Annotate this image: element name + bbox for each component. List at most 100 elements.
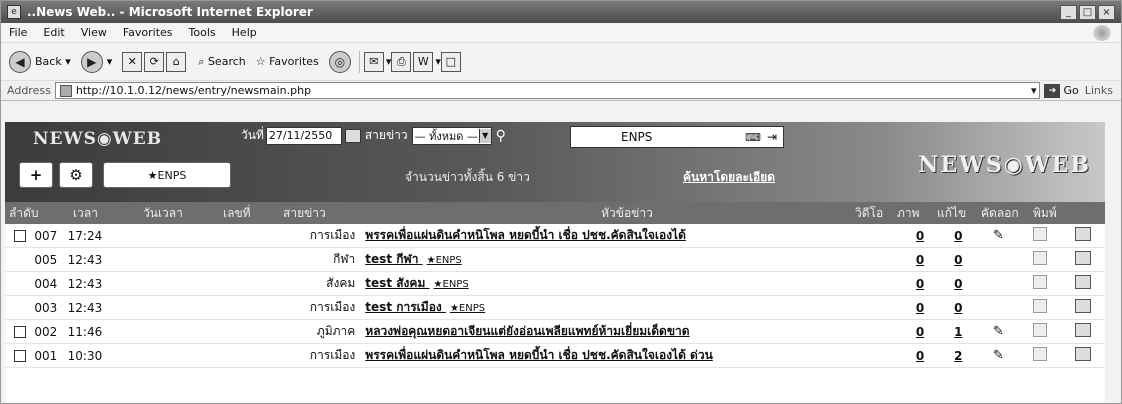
copy-icon[interactable] bbox=[1033, 323, 1048, 337]
row-number: 005 bbox=[34, 252, 58, 267]
settings-button[interactable]: ⚙ bbox=[59, 162, 93, 188]
tab-enps[interactable]: ★ENPS bbox=[103, 162, 231, 188]
go-button[interactable]: ➔ Go bbox=[1044, 83, 1079, 98]
row-print-cell bbox=[1062, 347, 1105, 364]
search-icon[interactable]: ⚲ bbox=[496, 128, 506, 144]
row-video-count[interactable]: 0 bbox=[901, 325, 938, 339]
printer-icon[interactable] bbox=[1075, 347, 1092, 361]
row-print-cell bbox=[1062, 299, 1105, 316]
row-video-count[interactable]: 0 bbox=[901, 301, 938, 315]
calendar-icon[interactable] bbox=[344, 128, 361, 143]
favorites-button[interactable]: ☆ Favorites bbox=[256, 55, 319, 68]
row-category: ภูมิภาค bbox=[316, 324, 356, 338]
row-print-cell bbox=[1062, 227, 1105, 244]
printer-icon[interactable] bbox=[1075, 323, 1092, 337]
forward-arrow-icon: ▶ bbox=[80, 50, 103, 73]
menu-tools[interactable]: Tools bbox=[189, 26, 216, 39]
col-time: เวลา bbox=[73, 205, 98, 220]
back-arrow-icon: ◀ bbox=[9, 50, 31, 73]
printer-icon[interactable] bbox=[1075, 275, 1092, 289]
extra-tools: ◎ ✉ ▾ ⎙ W ▾ □ bbox=[328, 50, 463, 73]
category-select[interactable]: — ทั้งหมด — ▼ bbox=[411, 126, 492, 145]
pencil-icon[interactable]: ✎ bbox=[993, 348, 1004, 363]
favorites-label: Favorites bbox=[269, 55, 319, 68]
discuss-icon[interactable]: □ bbox=[440, 51, 461, 72]
row-enps-tag: ★ENPS bbox=[426, 255, 462, 266]
row-photo-count[interactable]: 0 bbox=[939, 229, 978, 243]
close-button[interactable]: × bbox=[1098, 4, 1115, 20]
enps-box: ENPS ⌨ ⇥ bbox=[570, 126, 784, 148]
row-video-count[interactable]: 0 bbox=[901, 229, 938, 243]
news-list: 007 17:24 การเมือง พรรคเพื่อแผ่นดินคำหนิ… bbox=[5, 224, 1105, 368]
row-headline-link[interactable]: test กีฬา bbox=[365, 252, 418, 266]
row-time: 11:46 bbox=[67, 324, 103, 339]
mail-icon[interactable]: ✉ bbox=[363, 51, 384, 72]
row-video-count[interactable]: 0 bbox=[901, 253, 938, 267]
minimize-button[interactable]: _ bbox=[1060, 4, 1077, 20]
table-row: 002 11:46 ภูมิภาค หลวงพ่อคุณหยดอาเจียนแต… bbox=[5, 320, 1105, 344]
row-time: 12:43 bbox=[67, 276, 103, 291]
col-video: วิดีโอ bbox=[855, 205, 884, 220]
menu-edit[interactable]: Edit bbox=[43, 26, 64, 39]
advanced-search-link[interactable]: ค้นหาโดยละเอียด bbox=[683, 168, 775, 187]
search-button[interactable]: ⌕ Search bbox=[198, 55, 245, 69]
menu-view[interactable]: View bbox=[81, 26, 107, 39]
keyboard-icon[interactable]: ⌨ bbox=[745, 131, 761, 144]
copy-icon[interactable] bbox=[1033, 251, 1048, 265]
copy-icon[interactable] bbox=[1033, 227, 1048, 241]
printer-icon[interactable] bbox=[1075, 227, 1092, 241]
date-input[interactable]: 27/11/2550 bbox=[265, 126, 342, 145]
col-updated: วันเวลา bbox=[143, 205, 183, 220]
copy-icon[interactable] bbox=[1033, 299, 1048, 313]
copy-icon[interactable] bbox=[1033, 275, 1048, 289]
row-checkbox[interactable] bbox=[13, 349, 26, 362]
menu-favorites[interactable]: Favorites bbox=[123, 26, 173, 39]
row-copy-cell bbox=[1019, 323, 1062, 340]
back-button[interactable]: ◀ Back ▾ bbox=[9, 50, 71, 73]
stop-icon[interactable]: ✕ bbox=[122, 51, 143, 72]
row-photo-count[interactable]: 2 bbox=[939, 349, 978, 363]
printer-icon[interactable] bbox=[1075, 251, 1092, 265]
row-headline-link[interactable]: test สังคม bbox=[365, 276, 425, 290]
row-headline-link[interactable]: พรรคเพื่อแผ่นดินคำหนิโพล หยดบี้นำ เชื่อ … bbox=[365, 228, 686, 242]
row-checkbox[interactable] bbox=[13, 229, 26, 242]
row-photo-count[interactable]: 0 bbox=[939, 253, 978, 267]
row-headline-link[interactable]: test การเมือง bbox=[365, 300, 441, 314]
row-select-cell bbox=[5, 325, 34, 338]
row-headline-link[interactable]: พรรคเพื่อแผ่นดินคำหนิโพล หยดบี้นำ เชื่อ … bbox=[365, 348, 713, 362]
go-label: Go bbox=[1063, 84, 1079, 97]
copy-icon[interactable] bbox=[1033, 347, 1048, 361]
menu-help[interactable]: Help bbox=[232, 26, 257, 39]
media-icon[interactable]: ◎ bbox=[328, 50, 351, 73]
pencil-icon[interactable]: ✎ bbox=[993, 324, 1004, 339]
home-icon[interactable]: ⌂ bbox=[166, 51, 187, 72]
row-edit-cell: ✎ bbox=[978, 228, 1019, 243]
table-header: ลำดับ เวลา วันเวลา เลขที่ สายข่าว หัวข้อ… bbox=[5, 202, 1105, 224]
pencil-icon[interactable]: ✎ bbox=[993, 228, 1004, 243]
forward-button[interactable]: ▶ ▾ bbox=[80, 50, 112, 73]
row-select-cell bbox=[5, 349, 34, 362]
address-dropdown-icon[interactable]: ▾ bbox=[1031, 84, 1037, 97]
address-field[interactable]: http://10.1.0.12/news/entry/newsmain.php… bbox=[54, 82, 1041, 99]
row-photo-count[interactable]: 0 bbox=[939, 301, 978, 315]
date-label: วันที่ bbox=[241, 128, 264, 142]
row-video-count[interactable]: 0 bbox=[901, 277, 938, 291]
row-photo-count[interactable]: 1 bbox=[939, 325, 978, 339]
row-photo-count[interactable]: 0 bbox=[939, 277, 978, 291]
row-headline-link[interactable]: หลวงพ่อคุณหยดอาเจียนแต่ยังอ่อนเพลียแพทย์… bbox=[365, 324, 689, 338]
row-video-count[interactable]: 0 bbox=[901, 349, 938, 363]
printer-icon[interactable] bbox=[1075, 299, 1092, 313]
links-button[interactable]: Links bbox=[1085, 84, 1113, 97]
maximize-button[interactable]: □ bbox=[1079, 4, 1096, 20]
col-edit: แก้ไข bbox=[937, 205, 967, 220]
refresh-icon[interactable]: ⟳ bbox=[144, 51, 165, 72]
add-news-button[interactable]: + bbox=[19, 162, 53, 188]
edit-toolbar-icon[interactable]: W bbox=[413, 51, 434, 72]
print-toolbar-icon[interactable]: ⎙ bbox=[391, 51, 412, 72]
logout-icon[interactable]: ⇥ bbox=[767, 130, 777, 144]
row-print-cell bbox=[1062, 275, 1105, 292]
row-category: การเมือง bbox=[309, 300, 356, 314]
row-checkbox[interactable] bbox=[13, 325, 26, 338]
filter-bar: วันที่ 27/11/2550 สายข่าว — ทั้งหมด — ▼ … bbox=[241, 126, 506, 145]
menu-file[interactable]: File bbox=[9, 26, 27, 39]
